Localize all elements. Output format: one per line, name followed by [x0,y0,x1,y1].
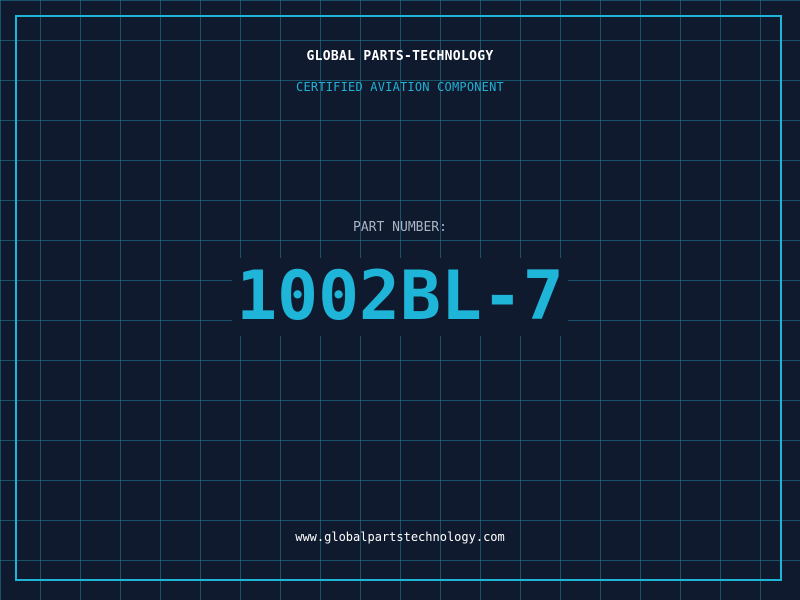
part-number-container: 1002BL-7 [0,258,800,336]
brand-title: GLOBAL PARTS-TECHNOLOGY [306,49,494,64]
part-number-value: 1002BL-7 [232,258,568,336]
website-url: www.globalpartstechnology.com [295,530,505,544]
certification-subtitle: CERTIFIED AVIATION COMPONENT [296,80,504,94]
part-number-label: PART NUMBER: [353,220,447,235]
